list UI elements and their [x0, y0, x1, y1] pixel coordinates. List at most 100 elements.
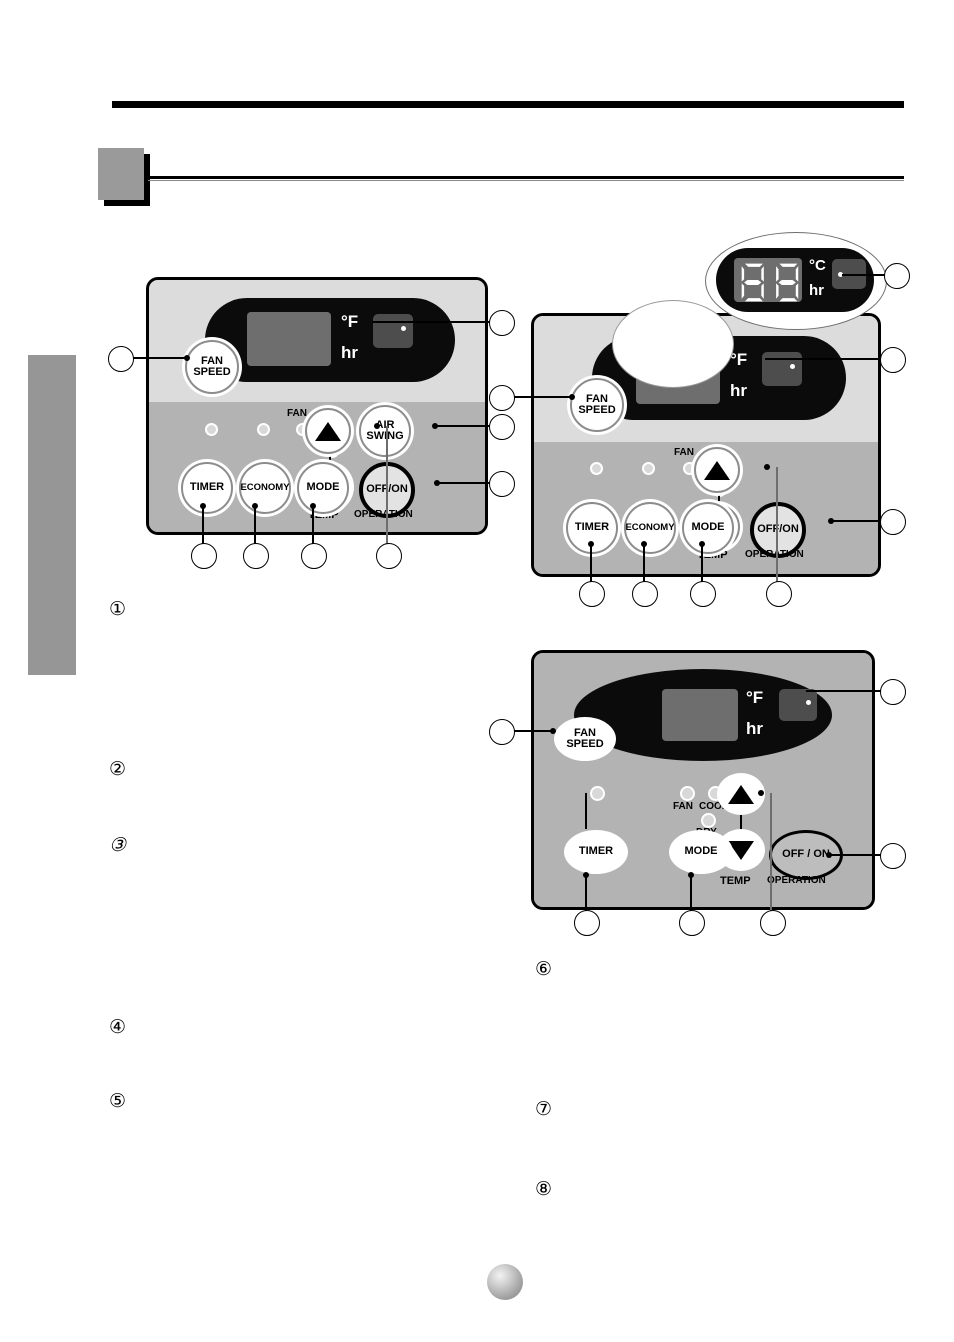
panel-2-temp-anchor	[764, 464, 770, 470]
panel-2-display-leader	[765, 358, 881, 360]
panel-1-callout-economy[interactable]	[243, 543, 269, 569]
panel-2-timer-label: TIMER	[574, 521, 610, 534]
panel-3-callout-temp[interactable]	[760, 910, 786, 936]
panel-1-indicator-led-a	[205, 423, 218, 436]
panel-1-hour-unit: hr	[341, 343, 358, 362]
panel-3-power-leader	[830, 854, 882, 856]
panel-2-economy-leader	[643, 544, 645, 582]
panel-1-timer-leader	[202, 506, 204, 544]
panel-1-mode-leader	[312, 506, 314, 544]
panel-2-timer-leader	[590, 544, 592, 582]
panel-3-receiver-window	[779, 689, 817, 721]
panel-1-callout-timer[interactable]	[191, 543, 217, 569]
list-marker-8: ⑧	[535, 1179, 553, 1200]
magnifier-tail	[612, 300, 734, 388]
panel-3-callout-mode[interactable]	[679, 910, 705, 936]
panel-2-power-label: OFF/ON	[757, 523, 799, 536]
panel-1-callout-display[interactable]	[489, 310, 515, 336]
panel-1-display-leader	[372, 321, 490, 323]
panel-1-callout-power[interactable]	[489, 471, 515, 497]
list-marker-5: ⑤	[109, 1091, 127, 1112]
panel-1-timer-label: TIMER	[189, 481, 225, 494]
panel-1-temp-leader	[386, 426, 388, 544]
panel-1-air-swing-button[interactable]: AIR SWING	[359, 405, 411, 457]
panel-3-lcd	[662, 689, 738, 741]
panel-2-operation-label: OPERATION	[745, 549, 804, 560]
magnifier-seven-segment-digits	[741, 263, 799, 302]
section-chip	[98, 148, 144, 200]
control-panel-3[interactable]: °F hr FAN SPEED FAN COOL DRY	[531, 650, 875, 910]
magnifier-callout-display[interactable]	[884, 263, 910, 289]
panel-3-timer-label: TIMER	[578, 845, 614, 858]
panel-1-economy-label: ECONOMY	[240, 482, 290, 494]
panel-2-callout-power[interactable]	[880, 509, 906, 535]
panel-3-temp-leader	[770, 793, 772, 911]
list-marker-1: ①	[109, 599, 127, 620]
panel-1-power-leader	[438, 482, 490, 484]
panel-1-fan-speed-leader	[131, 357, 186, 359]
panel-2-mode-button[interactable]: MODE	[682, 502, 734, 554]
panel-2-power-leader	[832, 520, 882, 522]
panel-2-mode-leader	[701, 544, 703, 582]
page-top-rule	[112, 101, 904, 108]
panel-1-timer-button[interactable]: TIMER	[181, 462, 233, 514]
panel-2-callout-fan-speed[interactable]	[489, 385, 515, 411]
side-index-tab	[28, 355, 76, 675]
panel-2-temp-up-button[interactable]	[694, 447, 740, 493]
panel-2-fan-speed-label-2: SPEED	[578, 404, 616, 416]
panel-2-fan-speed-leader	[513, 396, 571, 398]
panel-1-temp-up-button[interactable]	[305, 408, 351, 454]
panel-1-callout-fan-speed[interactable]	[108, 346, 134, 372]
panel-3-callout-timer[interactable]	[574, 910, 600, 936]
panel-3-callout-display[interactable]	[880, 679, 906, 705]
panel-3-indicator-led-dry	[701, 813, 716, 828]
magnifier-hour-unit: hr	[809, 282, 824, 299]
panel-2-economy-button[interactable]: ECONOMY	[624, 502, 676, 554]
panel-3-callout-power[interactable]	[880, 843, 906, 869]
panel-3-timer-button[interactable]: TIMER	[564, 830, 628, 874]
panel-3-temp-label: TEMP	[720, 875, 751, 887]
panel-3-callout-fan-speed[interactable]	[489, 719, 515, 745]
panel-3-hour-unit: hr	[746, 719, 763, 738]
panel-2-indicator-label-fan: FAN	[674, 447, 694, 458]
list-marker-2: ②	[109, 759, 127, 780]
panel-1-mode-button[interactable]: MODE	[297, 462, 349, 514]
panel-2-indicator-led-a	[590, 462, 603, 475]
panel-1-callout-mode[interactable]	[301, 543, 327, 569]
panel-2-callout-economy[interactable]	[632, 581, 658, 607]
control-panel-1[interactable]: °F hr FAN SPEED FAN TEMP AIR SWING OPERA…	[146, 277, 488, 535]
panel-2-callout-mode[interactable]	[690, 581, 716, 607]
panel-2-fan-speed-button[interactable]: FAN SPEED	[570, 378, 624, 432]
panel-1-receiver-window	[373, 314, 413, 348]
magnifier-temp-unit: °C	[809, 257, 826, 274]
panel-1-economy-button[interactable]: ECONOMY	[239, 462, 291, 514]
panel-3-fan-speed-button[interactable]: FAN SPEED	[554, 717, 616, 761]
panel-1-air-swing-leader	[436, 425, 490, 427]
panel-3-mode-button[interactable]: MODE	[669, 830, 733, 874]
panel-3-timer-leader	[585, 875, 587, 911]
panel-3-indicator-led-timer	[590, 786, 605, 801]
panel-1-temp-unit: °F	[341, 312, 359, 331]
panel-2-callout-display[interactable]	[880, 347, 906, 373]
panel-1-economy-leader	[254, 506, 256, 544]
panel-3-mode-label: MODE	[684, 845, 718, 858]
panel-1-callout-air-swing[interactable]	[489, 414, 515, 440]
page-number-badge	[487, 1264, 523, 1300]
panel-2-temp-up-icon	[704, 460, 730, 480]
panel-2-temp-leader	[776, 467, 778, 582]
panel-2-callout-timer[interactable]	[579, 581, 605, 607]
panel-1-temp-anchor	[374, 423, 380, 429]
panel-3-temp-up-icon	[728, 784, 754, 804]
list-marker-3: ③	[109, 835, 127, 856]
panel-3-operation-label: OPERATION	[767, 875, 826, 886]
panel-1-operation-label: OPERATION	[354, 509, 413, 520]
panel-1-callout-temp[interactable]	[376, 543, 402, 569]
panel-1-display: °F hr	[205, 298, 455, 382]
panel-1-fan-speed-button[interactable]: FAN SPEED	[185, 340, 239, 394]
panel-2-callout-temp[interactable]	[766, 581, 792, 607]
panel-2-mode-label: MODE	[691, 521, 725, 534]
panel-3-power-label: OFF / ON	[782, 848, 830, 861]
list-marker-7: ⑦	[535, 1099, 553, 1120]
panel-2-indicator-led-b	[642, 462, 655, 475]
panel-3-temp-anchor	[758, 790, 764, 796]
